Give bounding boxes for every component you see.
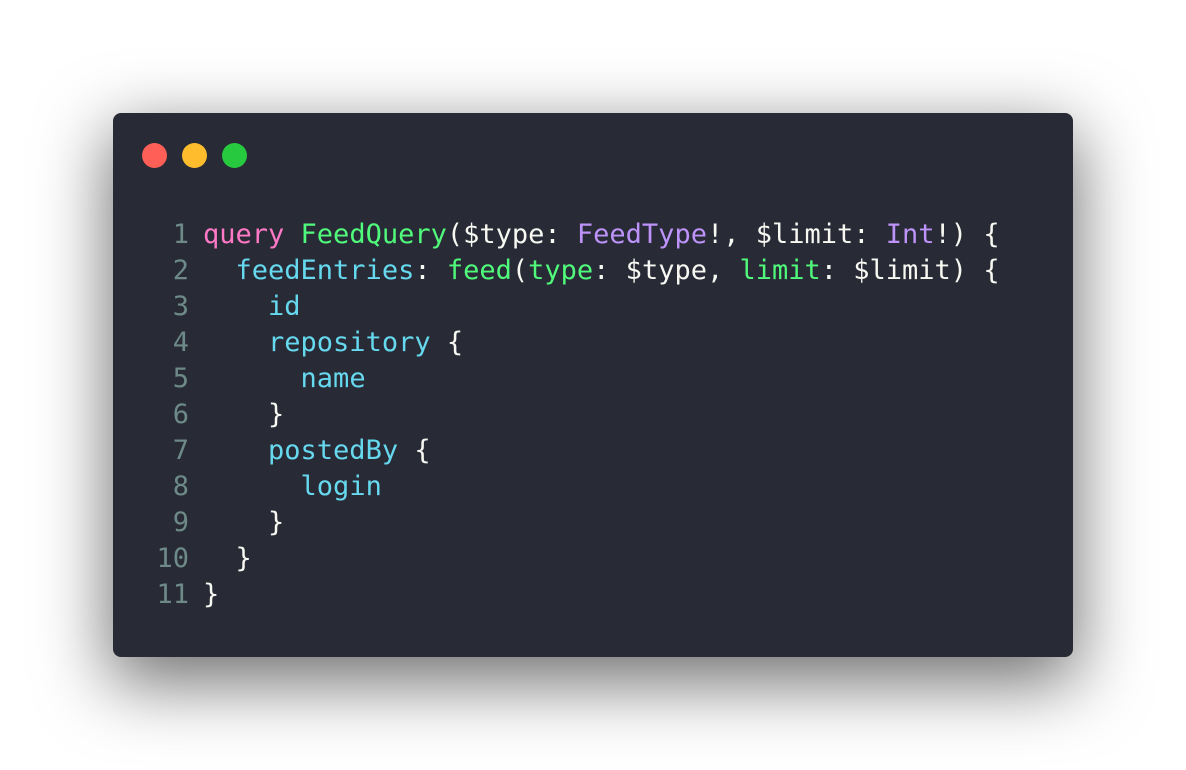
line-number: 3 bbox=[172, 291, 189, 322]
code-token-field: repository bbox=[268, 327, 431, 358]
code-token-plain: } bbox=[203, 399, 285, 430]
code-token-function: type bbox=[528, 255, 594, 286]
code-line: 9 } bbox=[141, 505, 1000, 541]
code-line: 7 postedBy { bbox=[141, 433, 1000, 469]
line-number: 10 bbox=[156, 543, 189, 574]
code-token-plain: !) { bbox=[934, 219, 1000, 250]
code-token-plain: } bbox=[203, 579, 220, 610]
code-line: 3 id bbox=[141, 289, 1000, 325]
minimize-button[interactable] bbox=[182, 143, 207, 168]
line-number: 9 bbox=[172, 507, 189, 538]
code-token-field: feedEntries bbox=[235, 255, 415, 286]
code-token-field: id bbox=[268, 291, 301, 322]
code-token-function: FeedQuery bbox=[300, 219, 447, 250]
code-token-field: postedBy bbox=[268, 435, 399, 466]
line-number: 1 bbox=[172, 219, 189, 250]
code-token-field: login bbox=[300, 471, 382, 502]
maximize-button[interactable] bbox=[222, 143, 247, 168]
code-block: 1 query FeedQuery($type: FeedType!, $limi… bbox=[141, 217, 1000, 613]
code-window: 1 query FeedQuery($type: FeedType!, $limi… bbox=[113, 113, 1073, 657]
line-number: 8 bbox=[172, 471, 189, 502]
code-token-function: limit bbox=[739, 255, 821, 286]
code-token-type: Int bbox=[885, 219, 935, 250]
code-token-plain: ($type: bbox=[446, 219, 577, 250]
code-token-plain: : $type, bbox=[593, 255, 740, 286]
code-token-plain: { bbox=[398, 435, 431, 466]
code-token-plain: : bbox=[414, 255, 447, 286]
code-line: 1 query FeedQuery($type: FeedType!, $limi… bbox=[141, 217, 1000, 253]
line-number: 11 bbox=[156, 579, 189, 610]
code-line: 2 feedEntries: feed(type: $type, limit: … bbox=[141, 253, 1000, 289]
close-button[interactable] bbox=[142, 143, 167, 168]
code-token-plain: } bbox=[203, 507, 285, 538]
window-controls bbox=[142, 143, 247, 168]
code-line: 11} bbox=[141, 577, 1000, 613]
code-token-plain: } bbox=[203, 543, 252, 574]
line-number: 7 bbox=[172, 435, 189, 466]
code-line: 10 } bbox=[141, 541, 1000, 577]
code-token-keyword: query bbox=[203, 219, 285, 250]
code-token-type: FeedType bbox=[576, 219, 707, 250]
code-token-plain: ( bbox=[511, 255, 529, 286]
code-token-plain: { bbox=[430, 327, 464, 358]
code-line: 5 name bbox=[141, 361, 1000, 397]
code-token-plain: !, $limit: bbox=[706, 219, 886, 250]
line-number: 6 bbox=[172, 399, 189, 430]
code-token-plain: : $limit) { bbox=[820, 255, 1000, 286]
code-token-function: feed bbox=[446, 255, 512, 286]
code-line: 6 } bbox=[141, 397, 1000, 433]
code-line: 8 login bbox=[141, 469, 1000, 505]
code-line: 4 repository { bbox=[141, 325, 1000, 361]
code-token-field: name bbox=[300, 363, 366, 394]
line-number: 5 bbox=[172, 363, 189, 394]
line-number: 2 bbox=[172, 255, 189, 286]
line-number: 4 bbox=[172, 327, 189, 358]
